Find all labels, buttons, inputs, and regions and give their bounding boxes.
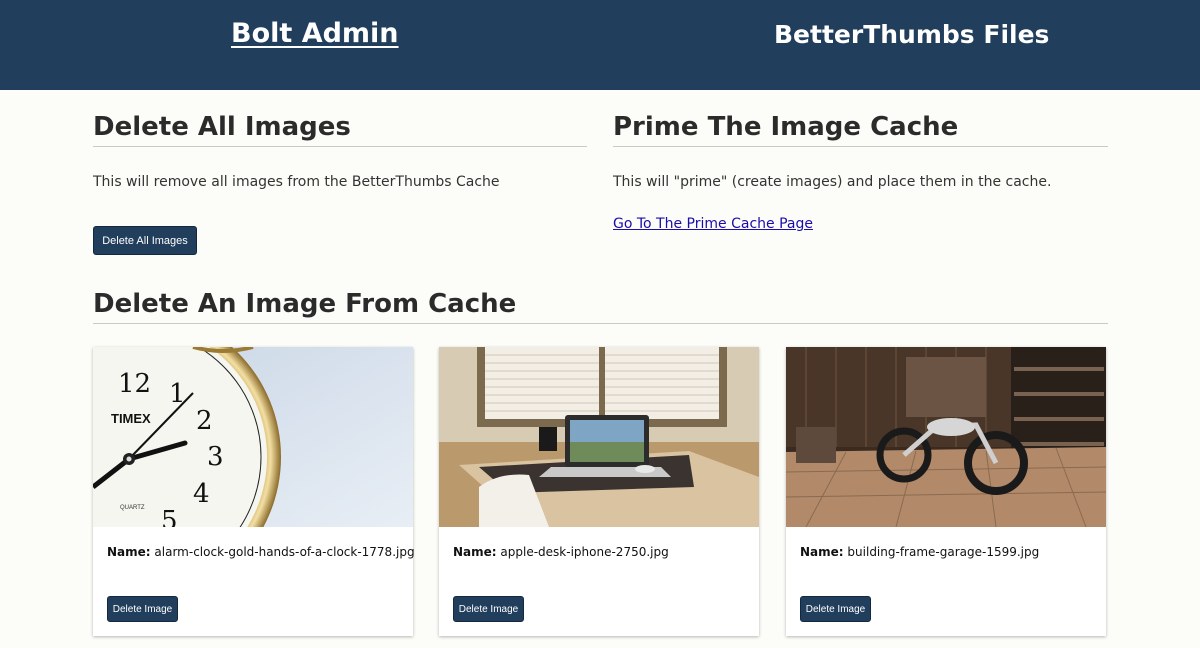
delete-all-section: Delete All Images This will remove all i… (93, 112, 587, 255)
thumbnail-image (439, 347, 759, 527)
prime-cache-page-link[interactable]: Go To The Prime Cache Page (613, 216, 813, 232)
svg-text:4: 4 (193, 479, 210, 509)
svg-text:2: 2 (196, 406, 213, 436)
delete-image-heading: Delete An Image From Cache (93, 289, 1108, 324)
image-name: Name: building-frame-garage-1599.jpg (800, 545, 1039, 559)
delete-image-button[interactable]: Delete Image (107, 596, 178, 622)
image-filename: alarm-clock-gold-hands-of-a-clock-1778.j… (154, 545, 415, 559)
delete-image-button[interactable]: Delete Image (453, 596, 524, 622)
clock-sub-text: QUARTZ (120, 505, 145, 511)
image-card: Name: building-frame-garage-1599.jpg Del… (786, 347, 1106, 636)
image-card: Name: apple-desk-iphone-2750.jpg Delete … (439, 347, 759, 636)
image-name-label: Name: (800, 545, 844, 559)
top-bar: Bolt Admin BetterThumbs Files (0, 0, 1200, 90)
delete-all-images-button[interactable]: Delete All Images (93, 226, 197, 255)
image-name: Name: apple-desk-iphone-2750.jpg (453, 545, 669, 559)
image-name-label: Name: (453, 545, 497, 559)
prime-cache-section: Prime The Image Cache This will "prime" … (613, 112, 1108, 232)
svg-text:5: 5 (161, 506, 178, 527)
prime-cache-description: This will "prime" (create images) and pl… (613, 174, 1052, 190)
svg-text:12: 12 (118, 369, 151, 399)
brand-link[interactable]: Bolt Admin (231, 18, 399, 49)
clock-brand-text: TIMEX (111, 411, 151, 426)
page-title: BetterThumbs Files (774, 20, 1050, 49)
thumbnail-image (786, 347, 1106, 527)
delete-image-section: Delete An Image From Cache (93, 289, 1108, 324)
svg-text:3: 3 (207, 442, 224, 472)
thumbnail-image: 12 1 2 3 4 5 TIMEX QUARTZ (93, 347, 413, 527)
image-name-label: Name: (107, 545, 151, 559)
image-card: 12 1 2 3 4 5 TIMEX QUARTZ Name: alarm-cl… (93, 347, 415, 636)
prime-cache-heading: Prime The Image Cache (613, 112, 1108, 147)
image-filename: building-frame-garage-1599.jpg (847, 545, 1040, 559)
delete-all-description: This will remove all images from the Bet… (93, 174, 500, 190)
image-filename: apple-desk-iphone-2750.jpg (500, 545, 669, 559)
delete-all-heading: Delete All Images (93, 112, 587, 147)
delete-image-button[interactable]: Delete Image (800, 596, 871, 622)
image-name: Name: alarm-clock-gold-hands-of-a-clock-… (107, 545, 415, 559)
